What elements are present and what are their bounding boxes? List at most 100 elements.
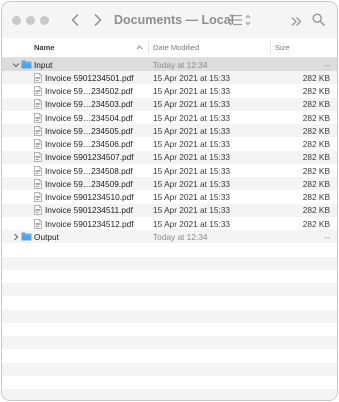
- list-view-icon: [229, 14, 251, 26]
- folder-icon: [21, 232, 32, 241]
- date-modified: 15 Apr 2021 at 15:33: [153, 218, 231, 229]
- date-modified: 15 Apr 2021 at 15:33: [153, 178, 231, 189]
- view-options-button[interactable]: [229, 13, 251, 32]
- more-button[interactable]: [291, 14, 302, 32]
- pdf-file-icon: [34, 112, 42, 123]
- file-name: Output: [34, 231, 59, 242]
- file-size: --: [324, 59, 330, 70]
- file-size: --: [324, 231, 330, 242]
- file-size: 282 KB: [302, 165, 330, 176]
- pdf-file-icon: [34, 192, 42, 202]
- minimize-button[interactable]: [26, 16, 35, 25]
- file-row[interactable]: Invoice 59…234508.pdf 15 Apr 2021 at 15:3…: [2, 164, 337, 177]
- empty-row: [2, 309, 337, 323]
- file-row[interactable]: Invoice 59…234505.pdf 15 Apr 2021 at 15:3…: [2, 124, 337, 138]
- date-modified: 15 Apr 2021 at 15:33: [153, 99, 231, 110]
- file-name: Invoice 59…234508.pdf: [45, 165, 133, 176]
- zoom-button[interactable]: [40, 16, 49, 25]
- file-name: Invoice 59…234502.pdf: [45, 86, 133, 96]
- date-modified: 15 Apr 2021 at 15:33: [153, 139, 231, 149]
- name-column-header[interactable]: Name: [34, 43, 54, 52]
- pdf-file-icon: [34, 178, 42, 189]
- file-size: 282 KB: [302, 72, 330, 83]
- file-list: Input Today at 12:34 -- Invoice 5901234501.…: [2, 58, 337, 400]
- search-icon: [312, 13, 325, 26]
- pdf-file-icon: [34, 218, 42, 229]
- file-row[interactable]: Invoice 59…234506.pdf 15 Apr 2021 at 15:3…: [2, 138, 337, 151]
- file-row[interactable]: Invoice 5901234512.pdf 15 Apr 2021 at 15:…: [2, 217, 337, 230]
- file-row[interactable]: Invoice 5901234501.pdf 15 Apr 2021 at 15:…: [2, 71, 337, 85]
- empty-row: [2, 270, 337, 283]
- finder-window: Documents — Local Name Date Modified Siz…: [1, 1, 338, 401]
- empty-row: [2, 336, 337, 350]
- chevron-left-icon: [71, 14, 79, 26]
- column-divider[interactable]: [270, 41, 271, 54]
- empty-row: [2, 362, 337, 376]
- empty-row: [2, 283, 337, 297]
- file-row[interactable]: Invoice 5901234507.pdf 15 Apr 2021 at 15:…: [2, 150, 337, 164]
- file-size: 282 KB: [302, 152, 330, 163]
- pdf-file-icon: [34, 125, 42, 136]
- double-chevron-icon: [291, 17, 302, 26]
- date-modified: Today at 12:34: [153, 231, 208, 242]
- file-row[interactable]: Invoice 59…234503.pdf 15 Apr 2021 at 15:3…: [2, 97, 337, 111]
- file-row[interactable]: Invoice 5901234511.pdf 15 Apr 2021 at 15:…: [2, 203, 337, 217]
- size-column-header[interactable]: Size: [275, 43, 290, 52]
- pdf-file-icon: [34, 165, 42, 176]
- pdf-file-icon: [34, 152, 42, 163]
- file-row[interactable]: Invoice 5901234510.pdf 15 Apr 2021 at 15:…: [2, 191, 337, 204]
- window-title: Documents — Local: [114, 13, 235, 27]
- toolbar: Documents — Local: [2, 2, 337, 39]
- search-button[interactable]: [312, 13, 325, 31]
- file-row[interactable]: Invoice 59…234504.pdf 15 Apr 2021 at 15:3…: [2, 111, 337, 124]
- file-name: Invoice 59…234503.pdf: [45, 99, 133, 110]
- file-row[interactable]: Invoice 59…234502.pdf 15 Apr 2021 at 15:3…: [2, 85, 337, 98]
- pdf-file-icon: [34, 205, 42, 216]
- file-name: Invoice 59…234505.pdf: [45, 125, 133, 136]
- empty-row: [2, 244, 337, 257]
- file-name: Invoice 5901234511.pdf: [45, 205, 133, 216]
- empty-row: [2, 350, 337, 363]
- column-header: Name Date Modified Size: [2, 38, 337, 58]
- file-name: Invoice 5901234510.pdf: [45, 192, 134, 202]
- empty-row: [2, 256, 337, 270]
- disclosure-closed-icon[interactable]: [12, 233, 20, 241]
- folder-row[interactable]: Input Today at 12:34 --: [2, 58, 337, 71]
- date-modified: 15 Apr 2021 at 15:33: [153, 192, 231, 202]
- file-name: Invoice 5901234501.pdf: [45, 72, 134, 83]
- pdf-file-icon: [34, 86, 42, 96]
- file-size: 282 KB: [302, 99, 330, 110]
- pdf-file-icon: [34, 99, 42, 110]
- file-size: 282 KB: [302, 86, 330, 96]
- disclosure-open-icon[interactable]: [12, 61, 20, 69]
- empty-row: [2, 297, 337, 310]
- file-name: Invoice 59…234509.pdf: [45, 178, 133, 189]
- empty-row: [2, 376, 337, 389]
- file-name: Input: [34, 59, 53, 70]
- file-size: 282 KB: [302, 205, 330, 216]
- column-divider[interactable]: [148, 41, 149, 54]
- empty-row: [2, 323, 337, 336]
- sort-chevron-icon: [136, 45, 143, 50]
- file-name: Invoice 59…234506.pdf: [45, 139, 133, 149]
- file-row[interactable]: Invoice 59…234509.pdf 15 Apr 2021 at 15:3…: [2, 177, 337, 191]
- chevron-right-icon: [94, 14, 102, 26]
- file-size: 282 KB: [302, 112, 330, 123]
- file-size: 282 KB: [302, 192, 330, 202]
- date-modified: 15 Apr 2021 at 15:33: [153, 125, 231, 136]
- back-button[interactable]: [68, 12, 82, 28]
- file-size: 282 KB: [302, 218, 330, 229]
- file-name: Invoice 59…234504.pdf: [45, 112, 133, 123]
- folder-row[interactable]: Output Today at 12:34 --: [2, 230, 337, 244]
- empty-row: [2, 389, 337, 400]
- folder-icon: [21, 60, 32, 69]
- pdf-file-icon: [34, 139, 42, 149]
- close-button[interactable]: [12, 16, 21, 25]
- date-modified: Today at 12:34: [153, 59, 208, 70]
- forward-button[interactable]: [91, 12, 105, 28]
- date-modified: 15 Apr 2021 at 15:33: [153, 112, 231, 123]
- file-size: 282 KB: [302, 139, 330, 149]
- date-column-header[interactable]: Date Modified: [153, 43, 199, 52]
- date-modified: 15 Apr 2021 at 15:33: [153, 152, 231, 163]
- date-modified: 15 Apr 2021 at 15:33: [153, 86, 231, 96]
